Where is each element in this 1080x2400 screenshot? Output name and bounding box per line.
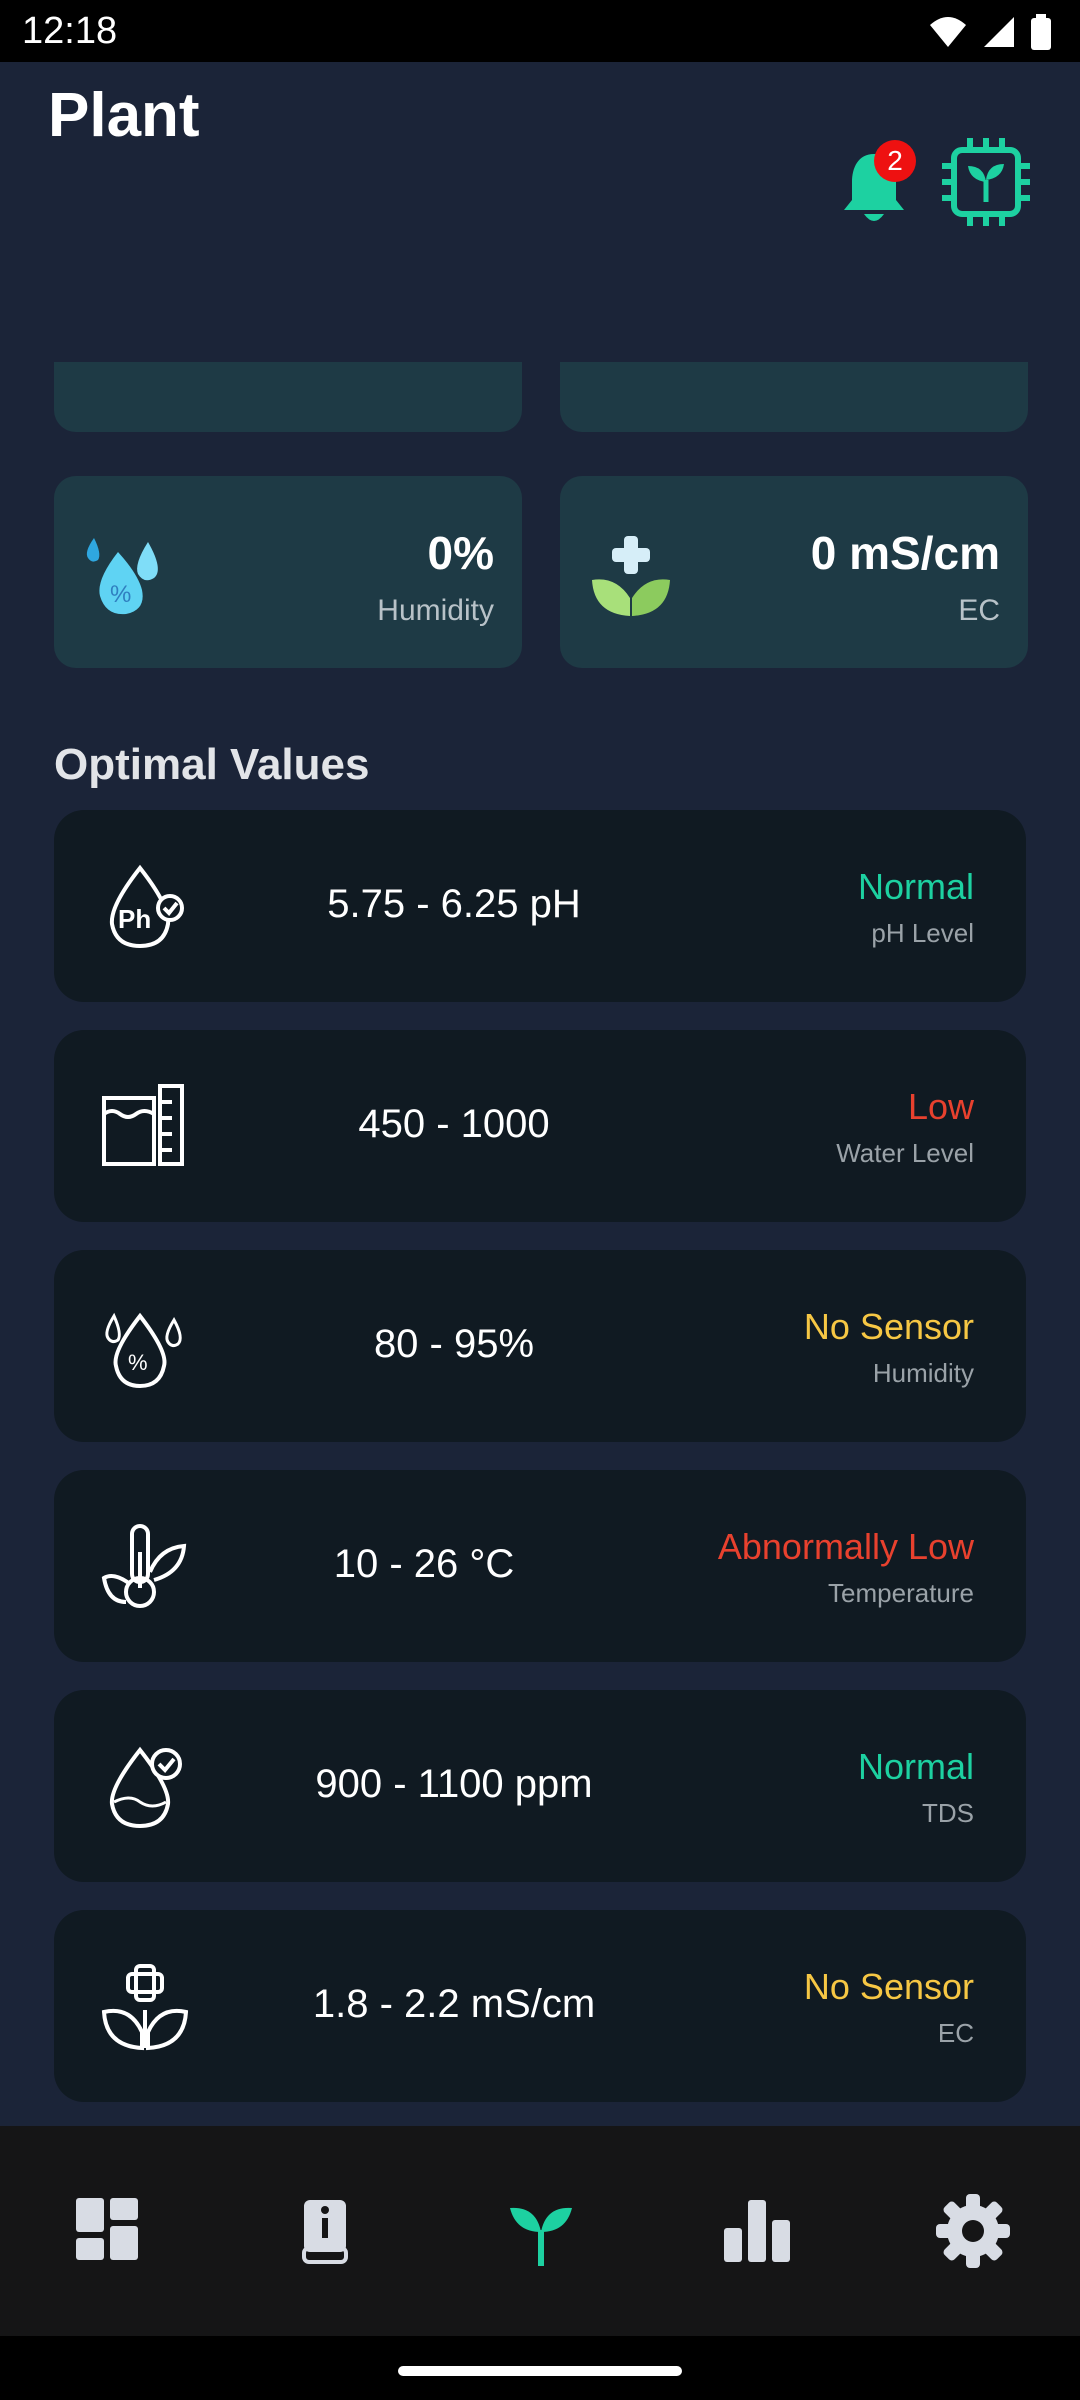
optimal-range: 5.75 - 6.25 pH: [327, 882, 581, 926]
nav-plant[interactable]: [496, 2186, 586, 2276]
notification-badge: 2: [874, 140, 916, 182]
metric-label: TDS: [922, 1798, 974, 1828]
bottom-nav: [0, 2126, 1080, 2336]
status-icons: [928, 14, 1052, 50]
plant-icon: [510, 2207, 572, 2266]
metric-label: Temperature: [828, 1578, 974, 1608]
optimal-range: 450 - 1000: [358, 1102, 550, 1146]
device-chip-button[interactable]: [940, 136, 1032, 228]
nav-settings[interactable]: [928, 2186, 1018, 2276]
optimal-card-water-level[interactable]: 450 - 1000 Low Water Level: [54, 1030, 1026, 1222]
sensor-card-stub: [54, 362, 522, 432]
chip-plant-icon: [942, 138, 1030, 226]
sensor-value: 0%: [427, 527, 494, 579]
svg-text:%: %: [128, 1350, 148, 1375]
status-text: No Sensor: [803, 1306, 974, 1347]
water-level-icon: [102, 1084, 184, 1166]
optimal-range: 80 - 95%: [373, 1322, 535, 1366]
status-text: Low: [907, 1086, 974, 1127]
svg-text:%: %: [110, 581, 131, 608]
status-time: 12:18: [22, 10, 118, 52]
optimal-range: 900 - 1100 ppm: [315, 1762, 593, 1806]
humidity-drops-icon: %: [86, 538, 158, 615]
sensor-label: EC: [958, 594, 1000, 627]
nav-guide[interactable]: [280, 2186, 370, 2276]
status-text: Normal: [857, 866, 974, 907]
metric-label: Water Level: [836, 1138, 974, 1168]
thermometer-leaf-icon: [101, 1524, 187, 1608]
home-indicator[interactable]: [398, 2366, 682, 2376]
settings-gear-icon: [936, 2194, 1010, 2268]
stats-icon: [724, 2200, 790, 2262]
status-text: Abnormally Low: [717, 1526, 974, 1567]
ph-drop-icon: Ph: [109, 864, 184, 949]
status-bar: 12:18: [0, 0, 1080, 62]
optimal-card-humidity[interactable]: % 80 - 95% No Sensor Humidity: [54, 1250, 1026, 1442]
status-text: No Sensor: [803, 1966, 974, 2007]
guide-book-icon: [302, 2200, 348, 2264]
wifi-icon: [930, 17, 966, 47]
metric-label: pH Level: [871, 918, 974, 948]
optimal-card-tds[interactable]: 900 - 1100 ppm Normal TDS: [54, 1690, 1026, 1882]
sensor-card-stub: [560, 362, 1028, 432]
sensor-value: 0 mS/cm: [810, 527, 1000, 579]
sensor-card-ec[interactable]: 0 mS/cm EC: [560, 476, 1028, 668]
nav-dashboard[interactable]: [64, 2186, 154, 2276]
metric-label: EC: [937, 2018, 974, 2048]
metric-label: Humidity: [872, 1358, 974, 1388]
optimal-range: 1.8 - 2.2 mS/cm: [312, 1982, 596, 2026]
nav-stats[interactable]: [712, 2186, 802, 2276]
optimal-range: 10 - 26 °C: [333, 1542, 515, 1586]
optimal-card-ec[interactable]: 1.8 - 2.2 mS/cm No Sensor EC: [54, 1910, 1026, 2102]
signal-icon: [984, 17, 1014, 47]
page-title: Plant: [48, 81, 200, 150]
dashboard-icon: [76, 2198, 138, 2260]
scroll-area[interactable]: % 0% Humidity 0 mS/cm EC Optimal Values …: [0, 362, 1080, 2148]
optimal-card-temperature[interactable]: 10 - 26 °C Abnormally Low Temperature: [54, 1470, 1026, 1662]
ec-leaf-icon: [592, 536, 670, 616]
tds-drop-icon: [109, 1746, 182, 1829]
sensor-card-humidity[interactable]: % 0% Humidity: [54, 476, 522, 668]
humidity-icon: %: [105, 1312, 182, 1389]
section-title: Optimal Values: [54, 740, 370, 789]
optimal-card-ph[interactable]: Ph 5.75 - 6.25 pH Normal pH Level: [54, 810, 1026, 1002]
sensor-label: Humidity: [377, 594, 494, 627]
ec-plant-icon: [101, 1964, 189, 2051]
battery-icon: [1031, 14, 1051, 50]
status-text: Normal: [857, 1746, 974, 1787]
svg-text:Ph: Ph: [118, 904, 151, 934]
